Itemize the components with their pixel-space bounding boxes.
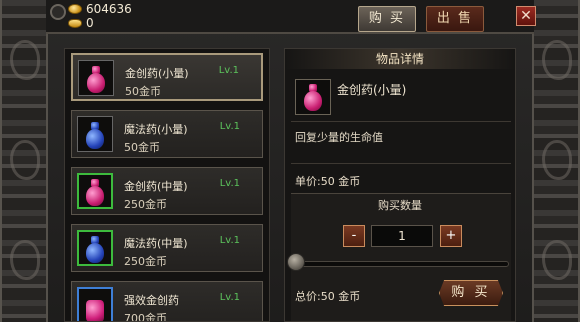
item-level: Lv.1 [219, 178, 240, 189]
blue-potion-icon [86, 236, 104, 263]
item-price: 700金币 [124, 312, 167, 322]
item-detail-panel: 物品详情 金创药(小量) 回复少量的生命值 单价:50 金币 购买数量 - 1 … [284, 48, 516, 322]
item-level: Lv.1 [218, 65, 239, 76]
blue-potion-icon [86, 122, 104, 149]
detail-title: 物品详情 [285, 49, 515, 69]
close-button[interactable]: ✕ [516, 6, 536, 26]
tab-sell[interactable]: 出 售 [426, 6, 484, 32]
quantity-input[interactable]: 1 [371, 225, 433, 247]
item-name: 魔法药(中量) [124, 237, 188, 250]
settings-gear-icon[interactable] [50, 4, 66, 20]
ornament-swirl [542, 140, 572, 180]
ingot-amount: 0 [86, 16, 94, 30]
quantity-title: 购买数量 [378, 199, 422, 212]
detail-item-slot [295, 79, 331, 115]
detail-description: 回复少量的生命值 [295, 131, 383, 144]
divider [291, 121, 511, 122]
tab-buy[interactable]: 购 买 [358, 6, 416, 32]
unit-price: 单价:50 金币 [295, 175, 361, 188]
item-price: 250金币 [124, 255, 167, 268]
ornament-swirl [542, 240, 572, 280]
gold-balance: 604636 [68, 2, 132, 16]
item-slot [78, 60, 114, 96]
item-price: 250金币 [124, 198, 167, 211]
total-price: 总价:50 金币 [295, 290, 361, 303]
item-list[interactable]: 金创药(小量) Lv.1 50金币 魔法药(小量) Lv.1 50金币 金创药(… [64, 48, 270, 322]
list-item[interactable]: 魔法药(中量) Lv.1 250金币 [71, 224, 263, 272]
item-price: 50金币 [125, 85, 161, 98]
red-potion-icon [304, 84, 322, 111]
gold-ingot-icon [68, 18, 82, 28]
divider [291, 163, 511, 164]
item-name: 金创药(中量) [124, 180, 188, 193]
right-ornament-frame [532, 0, 580, 322]
item-level: Lv.1 [219, 292, 240, 303]
list-item[interactable]: 金创药(中量) Lv.1 250金币 [71, 167, 263, 215]
item-slot [77, 230, 113, 266]
item-level: Lv.1 [219, 121, 240, 132]
ornament-swirl [542, 40, 572, 80]
item-slot [77, 173, 113, 209]
item-slot [77, 116, 113, 152]
detail-item-name: 金创药(小量) [337, 83, 407, 97]
large-red-potion-icon [86, 293, 104, 321]
quantity-slider-track[interactable] [299, 261, 509, 267]
red-potion-icon [87, 66, 105, 93]
left-ornament-frame [0, 0, 48, 322]
decrease-quantity-button[interactable]: - [343, 225, 365, 247]
item-name: 金创药(小量) [125, 67, 189, 80]
item-name: 强效金创药 [124, 294, 179, 307]
gold-coin-icon [68, 4, 82, 14]
item-name: 魔法药(小量) [124, 123, 188, 136]
quantity-slider-handle[interactable] [287, 253, 305, 271]
item-price: 50金币 [124, 141, 160, 154]
list-item[interactable]: 魔法药(小量) Lv.1 50金币 [71, 110, 263, 158]
ornament-swirl [10, 240, 40, 280]
ornament-swirl [10, 140, 40, 180]
item-level: Lv.1 [219, 235, 240, 246]
list-item[interactable]: 金创药(小量) Lv.1 50金币 [71, 53, 263, 101]
ingot-balance: 0 [68, 16, 94, 30]
red-potion-icon [86, 179, 104, 206]
list-item[interactable]: 强效金创药 Lv.1 700金币 [71, 281, 263, 322]
item-slot [77, 287, 113, 321]
gold-amount: 604636 [86, 2, 132, 16]
buy-button[interactable]: 购 买 [439, 280, 503, 306]
ornament-swirl [10, 40, 40, 80]
increase-quantity-button[interactable]: + [440, 225, 462, 247]
